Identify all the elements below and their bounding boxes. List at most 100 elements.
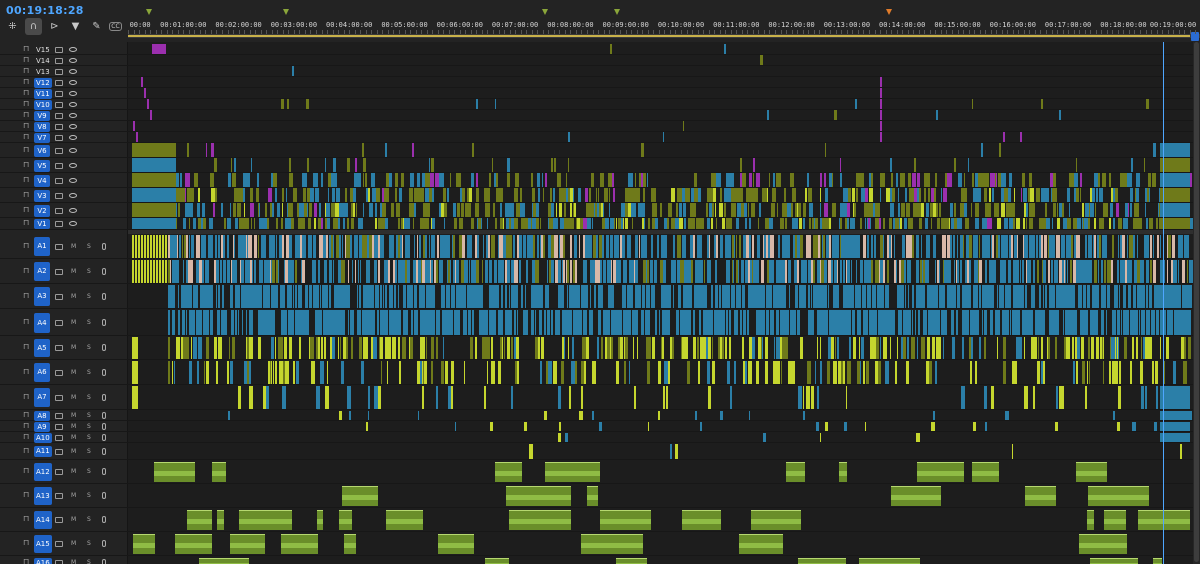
track-name[interactable]: V3 (34, 189, 50, 202)
clip[interactable] (1140, 337, 1142, 359)
clip[interactable] (993, 260, 996, 283)
clip[interactable] (165, 260, 167, 283)
clip[interactable] (602, 235, 605, 258)
clip[interactable] (456, 173, 461, 187)
clip[interactable] (628, 310, 631, 335)
clip[interactable] (369, 203, 373, 217)
audio-clip[interactable] (1088, 486, 1150, 506)
clip[interactable] (280, 218, 284, 229)
clip[interactable] (468, 310, 471, 335)
track-header-a11[interactable]: ⊓ A11 M S (0, 443, 128, 460)
clip[interactable] (727, 361, 731, 384)
clip[interactable] (570, 203, 572, 217)
clip[interactable] (971, 173, 974, 187)
clip[interactable] (677, 285, 681, 308)
clip[interactable] (708, 337, 711, 359)
audio-clip[interactable] (495, 462, 523, 482)
clip[interactable] (840, 260, 842, 283)
track-name[interactable]: V11 (34, 88, 52, 99)
clip[interactable] (543, 310, 546, 335)
clip[interactable] (1051, 260, 1054, 283)
sync-lock-icon[interactable] (55, 293, 63, 300)
clip[interactable] (132, 158, 176, 172)
clip[interactable] (665, 386, 668, 409)
clip[interactable] (699, 422, 702, 431)
mute-button[interactable]: M (71, 369, 76, 376)
clip[interactable] (1156, 310, 1159, 335)
track-name[interactable]: V15 (34, 45, 52, 55)
clip[interactable] (1003, 361, 1006, 384)
clip[interactable] (811, 386, 814, 409)
clip[interactable] (963, 173, 965, 187)
clip[interactable] (613, 218, 615, 229)
clip[interactable] (171, 310, 176, 335)
clip[interactable] (931, 218, 933, 229)
clip[interactable] (571, 337, 574, 359)
clip[interactable] (307, 310, 309, 335)
clip[interactable] (683, 121, 685, 131)
eye-icon[interactable] (69, 147, 77, 153)
clip[interactable] (590, 285, 592, 308)
clip[interactable] (471, 235, 473, 258)
clip[interactable] (825, 310, 828, 335)
clip[interactable] (642, 173, 646, 187)
clip[interactable] (1084, 386, 1088, 409)
lock-icon[interactable]: ⊓ (23, 66, 29, 75)
clip[interactable] (535, 310, 537, 335)
film-icon[interactable] (55, 79, 63, 86)
clip[interactable] (544, 411, 547, 420)
snap-icon[interactable]: ⁜ (4, 18, 21, 35)
clip[interactable] (1028, 218, 1033, 229)
audio-clip[interactable] (890, 486, 942, 506)
clip[interactable] (667, 361, 670, 384)
clip[interactable] (218, 235, 220, 258)
clip[interactable] (187, 143, 189, 157)
clip[interactable] (834, 110, 837, 120)
clip[interactable] (969, 260, 972, 283)
clip[interactable] (1099, 188, 1103, 202)
clip[interactable] (879, 188, 881, 202)
clip[interactable] (1103, 260, 1107, 283)
clip[interactable] (858, 235, 861, 258)
clip[interactable] (688, 285, 692, 308)
clip[interactable] (492, 158, 494, 172)
clip[interactable] (475, 173, 478, 187)
clip[interactable] (238, 285, 240, 308)
clip[interactable] (206, 310, 209, 335)
clip[interactable] (829, 235, 831, 258)
clip[interactable] (720, 411, 724, 420)
clip[interactable] (188, 235, 191, 258)
clip[interactable] (257, 337, 261, 359)
clip[interactable] (254, 235, 258, 258)
clip[interactable] (1135, 337, 1139, 359)
clip[interactable] (536, 235, 540, 258)
clip[interactable] (1070, 235, 1073, 258)
clip[interactable] (1139, 361, 1143, 384)
clip[interactable] (559, 218, 564, 229)
lock-icon[interactable]: ⊓ (23, 490, 29, 499)
clip[interactable] (189, 361, 193, 384)
playhead-timecode[interactable]: 00:19:18:28 (6, 4, 84, 17)
lock-icon[interactable]: ⊓ (23, 446, 29, 455)
clip[interactable] (748, 173, 752, 187)
clip[interactable] (193, 337, 197, 359)
clip[interactable] (217, 285, 221, 308)
clip[interactable] (874, 310, 878, 335)
clip[interactable] (418, 188, 420, 202)
clip[interactable] (506, 173, 511, 187)
clip[interactable] (708, 235, 711, 258)
clip[interactable] (1080, 337, 1085, 359)
clip[interactable] (960, 386, 965, 409)
clip[interactable] (1188, 310, 1192, 335)
clip[interactable] (797, 310, 800, 335)
clip[interactable] (747, 361, 752, 384)
clip[interactable] (1098, 173, 1101, 187)
track-header-v9[interactable]: ⊓ V9 (0, 110, 128, 121)
clip[interactable] (250, 310, 254, 335)
clip[interactable] (168, 337, 170, 359)
clip[interactable] (1084, 235, 1088, 258)
clip[interactable] (983, 386, 987, 409)
clip[interactable] (551, 310, 553, 335)
clip[interactable] (490, 235, 495, 258)
audio-lane-a14[interactable] (128, 508, 1200, 532)
